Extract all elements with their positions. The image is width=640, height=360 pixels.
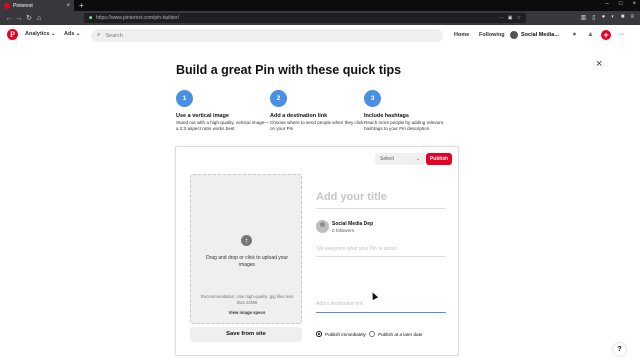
home-icon[interactable]: ⌂ [34, 15, 44, 22]
add-pin-button[interactable]: + [601, 30, 611, 40]
upload-instructions: Drag and drop or click to upload your im… [206, 255, 288, 268]
publish-button[interactable]: Publish [426, 153, 452, 165]
tip-2: 2 Add a destination link Choose where to… [270, 90, 365, 132]
chevron-down-icon: ⌄ [415, 156, 420, 162]
tip-1: 1 Use a vertical image Stand out with a … [176, 90, 271, 132]
search-icon: ⌕ [97, 32, 101, 38]
minimize-icon[interactable]: – [606, 1, 609, 7]
pinterest-favicon-icon [4, 2, 10, 9]
analytics-menu[interactable]: Analytics ⌄ [25, 31, 56, 37]
pin-builder-card: Select ⌄ Publish ↑ Drag and drop or clic… [175, 146, 459, 356]
window-close-icon[interactable]: × [632, 1, 636, 7]
forward-icon[interactable]: → [14, 15, 24, 22]
pinterest-header: P Analytics ⌄ Ads ⌄ ⌕ Home Following Soc… [0, 25, 640, 46]
maximize-icon[interactable]: □ [619, 1, 623, 7]
tip-description: Stand out with a high-quality, vertical … [176, 120, 269, 131]
pocket-icon[interactable]: ▣ [508, 15, 513, 21]
tip-number-badge: 3 [364, 90, 381, 107]
user-name: Social Media Dep [332, 221, 374, 227]
publish-now-label: Publish immediately [325, 331, 366, 337]
browser-nav-bar: ← → ↻ ⌂ ■ https://www.pinterest.com/pin-… [0, 11, 640, 25]
address-bar[interactable]: ■ https://www.pinterest.com/pin-builder/… [84, 13, 526, 23]
user-followers: 0 followers [332, 228, 354, 233]
page-title: Build a great Pin with these quick tips [176, 63, 402, 77]
reload-icon[interactable]: ↻ [24, 14, 34, 22]
nav-home[interactable]: Home [454, 32, 469, 38]
board-select-value: Select [380, 156, 394, 162]
extension-icon[interactable]: ● [602, 14, 606, 21]
profile-name[interactable]: Social Media... [521, 32, 559, 38]
pin-title-input[interactable] [316, 185, 446, 209]
browser-tab[interactable]: Pinterest × [0, 0, 74, 11]
save-from-site-button[interactable]: Save from site [190, 327, 302, 342]
tip-number-badge: 1 [176, 90, 193, 107]
user-avatar [316, 220, 329, 233]
search-input[interactable] [105, 32, 406, 39]
notifications-bell-icon[interactable]: ▲ [586, 30, 595, 39]
radio-unselected[interactable] [369, 331, 375, 337]
radio-selected[interactable] [316, 331, 322, 337]
toolbar-icons: ▥ ▯ ● ◐ ■ ≡ [581, 14, 634, 21]
publish-later-label: Publish at a later date [378, 331, 423, 337]
publish-later-option[interactable]: Publish at a later date [369, 331, 422, 337]
sidebar-icon[interactable]: ▯ [592, 14, 595, 21]
extension-icon-2[interactable]: ◐ [611, 14, 615, 21]
profile-avatar[interactable] [510, 31, 518, 39]
help-button[interactable]: ? [613, 343, 626, 356]
tab-title: Pinterest [13, 2, 33, 9]
pinterest-logo-icon[interactable]: P [7, 29, 18, 40]
new-tab-button[interactable]: + [79, 1, 84, 10]
tip-3: 3 Include hashtags Reach more people by … [364, 90, 459, 132]
tip-description: Reach more people by adding relevant has… [364, 120, 443, 131]
window-controls: – □ × [606, 1, 636, 7]
search-bar[interactable]: ⌕ [91, 29, 443, 42]
upload-recommendation: Recommendation: Use high-quality .jpg fi… [200, 294, 294, 305]
tab-close-icon[interactable]: × [66, 3, 70, 9]
lock-icon: ■ [89, 15, 93, 21]
tip-title: Use a vertical image [176, 113, 229, 119]
messages-icon[interactable]: ● [570, 30, 579, 39]
tip-number-badge: 2 [270, 90, 287, 107]
nav-following[interactable]: Following [479, 32, 505, 38]
board-select[interactable]: Select ⌄ [375, 153, 425, 165]
menu-icon[interactable]: ≡ [630, 14, 634, 21]
page-actions-icon[interactable]: ··· [499, 15, 504, 21]
tip-description: Choose where to send people when they cl… [270, 120, 364, 131]
image-upload-area[interactable]: ↑ Drag and drop or click to upload your … [190, 174, 302, 324]
bookmark-star-icon[interactable]: ☆ [517, 15, 521, 21]
url-text[interactable]: https://www.pinterest.com/pin-builder/ [96, 15, 495, 21]
publish-now-option[interactable]: Publish immediately [316, 331, 366, 337]
library-icon[interactable]: ▥ [581, 14, 587, 21]
close-tips-icon[interactable]: × [596, 58, 602, 70]
extension-icon-3[interactable]: ■ [621, 14, 625, 21]
tip-title: Add a destination link [270, 113, 328, 119]
pin-description-input[interactable] [316, 241, 446, 257]
image-specs-link[interactable]: View image specs [199, 310, 295, 315]
destination-link-input[interactable] [316, 295, 446, 313]
more-options-icon[interactable]: ··· [617, 30, 626, 39]
upload-arrow-icon: ↑ [241, 235, 252, 246]
ads-menu[interactable]: Ads ⌄ [64, 31, 81, 37]
back-icon[interactable]: ← [4, 15, 14, 22]
browser-tab-bar: Pinterest × + – □ × [0, 0, 640, 11]
tip-title: Include hashtags [364, 113, 409, 119]
